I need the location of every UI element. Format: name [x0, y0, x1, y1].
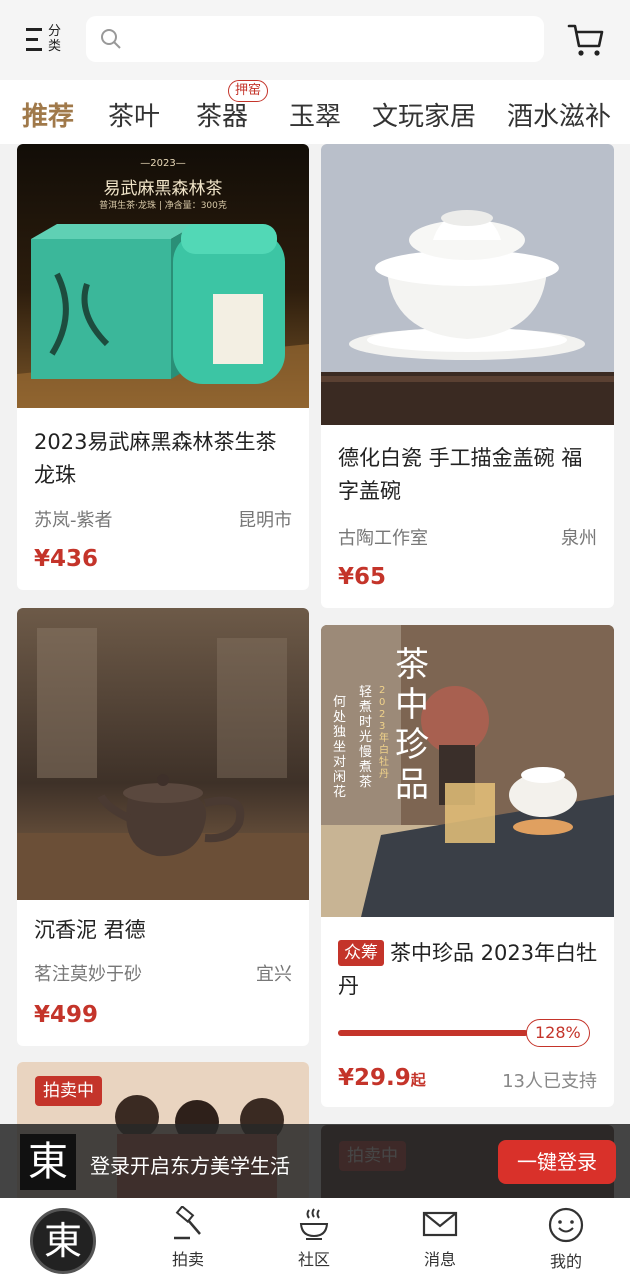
category-tabs: 推荐 茶叶 茶器 押窑 玉翠 文玩家居 酒水滋补	[0, 80, 630, 144]
product-image	[321, 144, 614, 425]
one-click-login-button[interactable]: 一键登录	[498, 1140, 616, 1184]
funding-progress-label: 128%	[526, 1019, 590, 1047]
bottom-nav: 東 拍卖 社区 消息 我的	[0, 1198, 630, 1280]
mail-icon	[422, 1211, 458, 1237]
home-button[interactable]: 東	[30, 1208, 96, 1274]
shop-city: 昆明市	[238, 510, 292, 531]
product-price: ¥29.9起	[338, 1065, 426, 1091]
image-year: —2023—	[140, 158, 186, 169]
login-banner: 東 登录开启东方美学生活 一键登录	[0, 1124, 630, 1198]
top-bar: 分类	[0, 0, 630, 80]
auction-tag: 拍卖中	[35, 1076, 102, 1106]
crowdfunding-tag: 众筹	[338, 940, 384, 966]
shop-name[interactable]: 茗注莫妙于砂	[34, 960, 142, 986]
shop-name[interactable]: 古陶工作室	[338, 524, 428, 550]
search-input[interactable]	[130, 24, 530, 54]
gavel-icon	[174, 1206, 201, 1240]
menu-icon	[26, 26, 42, 51]
product-card[interactable]: 茶中珍品 轻煮时光慢煮茶 2023年白牡丹 何处独坐对闲花 众筹 茶中珍品 202…	[321, 625, 614, 1107]
category-button[interactable]: 分类	[24, 22, 68, 58]
tab-badge: 押窑	[228, 80, 269, 102]
product-title: 德化白瓷 手工描金盖碗 福字盖碗	[338, 446, 583, 503]
tab-recommend[interactable]: 推荐	[22, 96, 74, 133]
image-vertical-text: 何处独坐对闲花	[333, 695, 347, 800]
funding-progress-fill	[338, 1030, 528, 1036]
nav-item-community[interactable]: 社区	[274, 1206, 354, 1276]
tab-wine-tonic[interactable]: 酒水滋补	[507, 96, 611, 133]
tab-tea[interactable]: 茶叶	[108, 96, 160, 133]
image-vertical-text: 2023年白牡丹	[379, 685, 389, 780]
supporters-count: 13人已支持	[502, 1071, 597, 1092]
image-subtitle: 普洱生茶·龙珠 | 净含量：300克	[99, 201, 227, 211]
brand-logo: 東	[20, 1134, 76, 1190]
nav-label: 拍卖	[171, 1250, 204, 1269]
smiley-icon	[548, 1207, 584, 1243]
product-card[interactable]: 沉香泥 君德 茗注莫妙于砂 宜兴 ¥499	[17, 608, 309, 1046]
tab-collectibles[interactable]: 文玩家居	[372, 96, 476, 133]
image-vertical-text: 轻煮时光慢煮茶	[359, 685, 373, 790]
shop-city: 宜兴	[256, 964, 292, 985]
nav-item-messages[interactable]: 消息	[400, 1206, 480, 1276]
nav-label: 消息	[423, 1250, 456, 1269]
product-card[interactable]: 德化白瓷 手工描金盖碗 福字盖碗 古陶工作室 泉州 ¥65	[321, 144, 614, 608]
product-price: ¥436	[34, 546, 99, 572]
product-image	[17, 608, 309, 900]
image-big-text: 茶中珍品	[395, 645, 429, 805]
nav-item-auction[interactable]: 拍卖	[148, 1206, 228, 1276]
category-label: 分类	[48, 24, 62, 54]
product-card[interactable]: —2023— 易武麻黑森林茶 普洱生茶·龙珠 | 净含量：300克 2023易武…	[17, 144, 309, 590]
image-title: 易武麻黑森林茶	[103, 179, 223, 199]
tea-bowl-icon	[299, 1208, 329, 1240]
funding-progress-bar	[338, 1030, 528, 1036]
nav-label: 社区	[297, 1250, 330, 1269]
product-title: 众筹 茶中珍品 2023年白牡丹	[338, 937, 600, 1003]
nav-item-profile[interactable]: 我的	[526, 1206, 606, 1276]
login-prompt: 登录开启东方美学生活	[90, 1154, 290, 1178]
shop-city: 泉州	[561, 528, 597, 549]
cart-icon[interactable]	[566, 20, 606, 60]
search-bar[interactable]	[86, 16, 544, 62]
search-icon	[101, 29, 121, 49]
nav-label: 我的	[549, 1252, 582, 1271]
product-price: ¥65	[338, 564, 387, 590]
product-title: 2023易武麻黑森林茶生茶龙珠	[34, 430, 277, 487]
shop-name[interactable]: 苏岚-紫者	[34, 506, 113, 532]
tab-jade[interactable]: 玉翠	[289, 96, 341, 133]
product-title: 沉香泥 君德	[34, 918, 146, 942]
product-price: ¥499	[34, 1002, 99, 1028]
